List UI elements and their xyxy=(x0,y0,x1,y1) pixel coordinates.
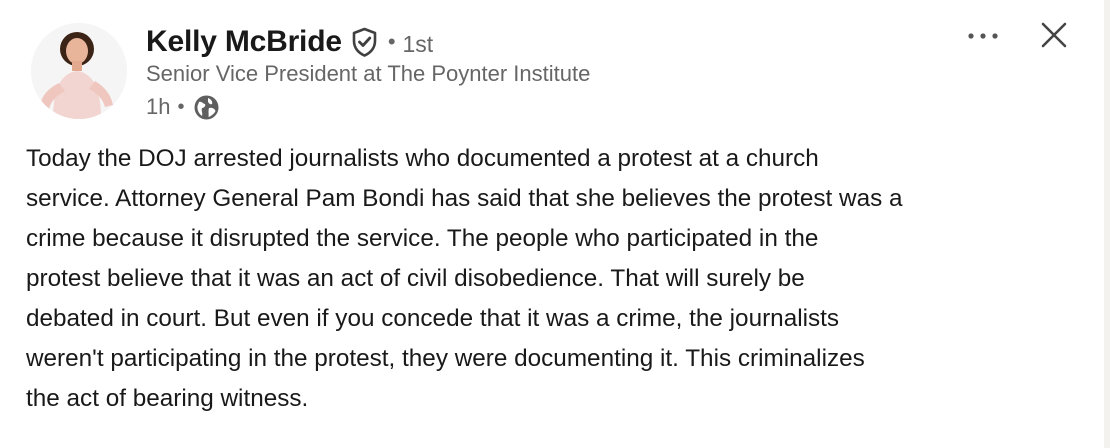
post-text-line: crime because it disrupted the service. … xyxy=(26,225,819,252)
post-text-line: Today the DOJ arrested journalists who d… xyxy=(26,145,819,172)
post-timestamp: 1h xyxy=(146,94,171,119)
verified-shield-icon xyxy=(351,27,378,57)
post-text-line: the act of bearing witness. xyxy=(26,385,309,412)
separator-dot: • xyxy=(387,29,396,54)
card-edge xyxy=(1104,0,1110,448)
author-name[interactable]: Kelly McBride xyxy=(146,25,342,59)
post-card: Kelly McBride • 1st Senior Vice Presiden… xyxy=(0,0,1110,448)
author-headline: Senior Vice President at The Poynter Ins… xyxy=(146,61,591,86)
post-body: Today the DOJ arrested journalists who d… xyxy=(26,139,1086,419)
globe-icon xyxy=(193,94,220,121)
more-horizontal-icon xyxy=(966,28,1000,46)
avatar-photo xyxy=(31,23,127,119)
post-text-line: weren't participating in the protest, th… xyxy=(26,345,865,372)
post-meta: 1h • xyxy=(146,90,590,124)
author-name-row: Kelly McBride • 1st xyxy=(146,22,590,62)
close-icon xyxy=(1041,22,1067,53)
post-text-line: debated in court. But even if you conced… xyxy=(26,305,840,332)
dismiss-post-button[interactable] xyxy=(1032,16,1076,58)
post-text-line: service. Attorney General Pam Bondi has … xyxy=(26,185,903,212)
post-header: Kelly McBride • 1st Senior Vice Presiden… xyxy=(146,22,590,124)
connection-degree: 1st xyxy=(402,30,434,57)
separator-dot: • xyxy=(177,95,185,118)
more-options-button[interactable] xyxy=(960,20,1006,54)
author-avatar[interactable] xyxy=(31,23,127,119)
post-text-line: protest believe that it was an act of ci… xyxy=(26,265,805,292)
